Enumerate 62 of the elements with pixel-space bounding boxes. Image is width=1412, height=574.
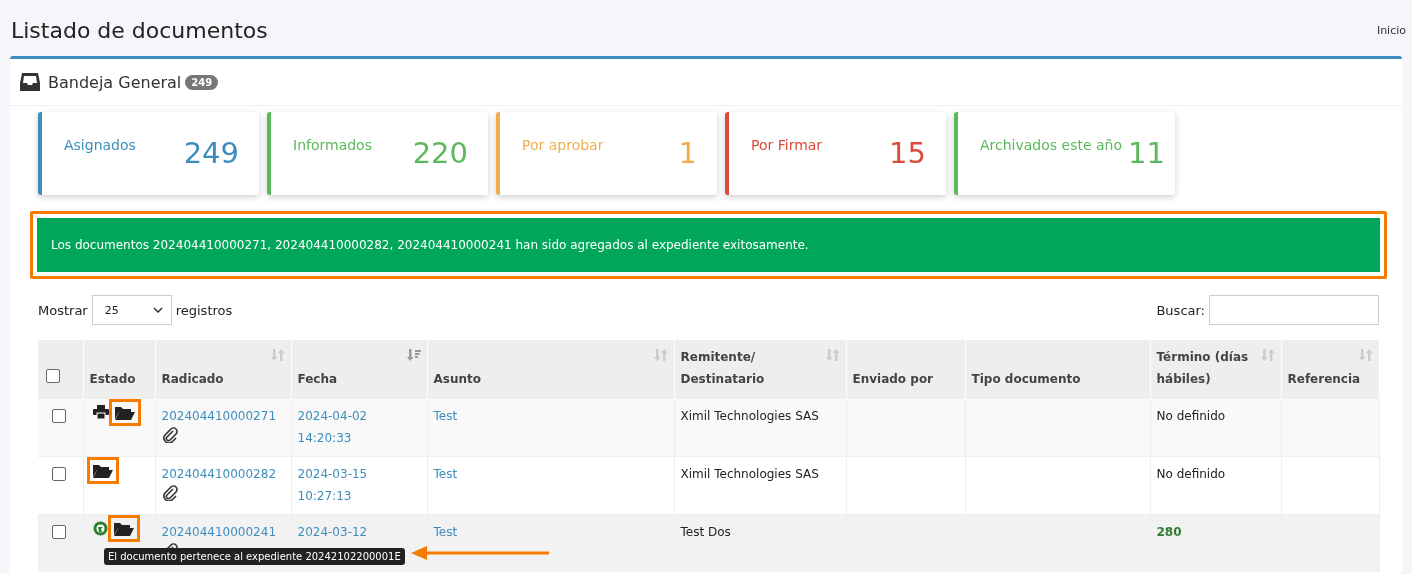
length-label: registros [175,302,233,318]
table-cell: No definido [1156,467,1226,481]
stat-card[interactable]: Informados 220 [267,112,488,195]
column-header[interactable]: Término (días hábiles) [1150,340,1281,399]
folder-icon[interactable] [92,463,113,478]
search-label: Buscar: [1156,302,1205,318]
folder-icon[interactable] [113,521,134,536]
date-link[interactable]: 2024-03-12 [297,521,421,543]
inbox-title: Bandeja General [48,72,182,92]
time-link[interactable]: 10:27:13 [297,485,421,507]
stat-value: 249 [183,136,239,172]
date-link[interactable]: 2024-03-15 [297,463,421,485]
tooltip: El documento pertenece al expediente 20242102200001E [104,548,405,565]
column-header[interactable]: Tipo documento [965,340,1150,399]
table-cell: No definido [1156,409,1226,423]
stat-value: 1 [678,136,697,172]
length-label: Mostrar [38,302,88,318]
stat-label: Informados [293,137,372,155]
table-cell: 280 [1156,525,1182,539]
stat-label: Archivados este año [980,137,1123,155]
count-badge: 249 [185,74,219,90]
stat-card[interactable]: Archivados este año 11 [954,112,1175,195]
chevron-down-icon [152,307,163,313]
table-cell: Test Dos [680,525,731,539]
select-all-checkbox[interactable] [46,369,60,383]
stat-label: Por Firmar [751,137,823,155]
stat-label: Asignados [64,137,136,155]
column-header[interactable]: Remitente/ Destinatario [674,340,846,399]
inbox-icon [20,73,40,91]
column-header[interactable]: Enviado por [846,340,965,399]
printer-icon [92,405,109,419]
breadcrumb-link[interactable]: Inicio [1376,23,1406,37]
page-size-select[interactable]: 25 [91,295,172,325]
table-cell: Ximil Technologies SAS [680,467,819,481]
subject-link[interactable]: Test [433,463,668,485]
stat-value: 220 [412,136,468,172]
row-checkbox[interactable] [52,467,66,481]
stat-label: Por aprobar [522,137,604,155]
subject-link[interactable]: Test [433,405,668,427]
column-header[interactable]: Estado [83,340,155,399]
stat-card[interactable]: Por aprobar 1 [496,112,717,195]
row-checkbox[interactable] [52,409,66,423]
table-cell: Ximil Technologies SAS [680,409,819,423]
folder-icon[interactable] [114,405,135,420]
column-header[interactable]: Radicado [155,340,291,399]
stat-card[interactable]: Asignados 249 [38,112,259,195]
date-link[interactable]: 2024-04-02 [297,405,421,427]
alert-message: Los documentos 202404410000271, 202404410000282, 202404410000241 han sido agregados al expediente exitosamente. [51,238,809,252]
radicado-link[interactable]: 202404410000241 [161,521,285,543]
page-title: Listado de documentos [11,17,268,43]
stat-card[interactable]: Por Firmar 15 [725,112,946,195]
stat-value: 11 [1128,136,1165,172]
stat-value: 15 [889,136,926,172]
radicado-link[interactable]: 202404410000282 [161,463,285,485]
radicado-link[interactable]: 202404410000271 [161,405,285,427]
column-header[interactable]: Asunto [427,340,674,399]
search-field[interactable] [1209,295,1379,325]
row-checkbox[interactable] [52,525,66,539]
subject-link[interactable]: Test [433,521,668,543]
time-link[interactable]: 14:20:33 [297,427,421,449]
column-header[interactable]: Fecha [291,340,427,399]
column-header[interactable]: Referencia [1281,340,1379,399]
